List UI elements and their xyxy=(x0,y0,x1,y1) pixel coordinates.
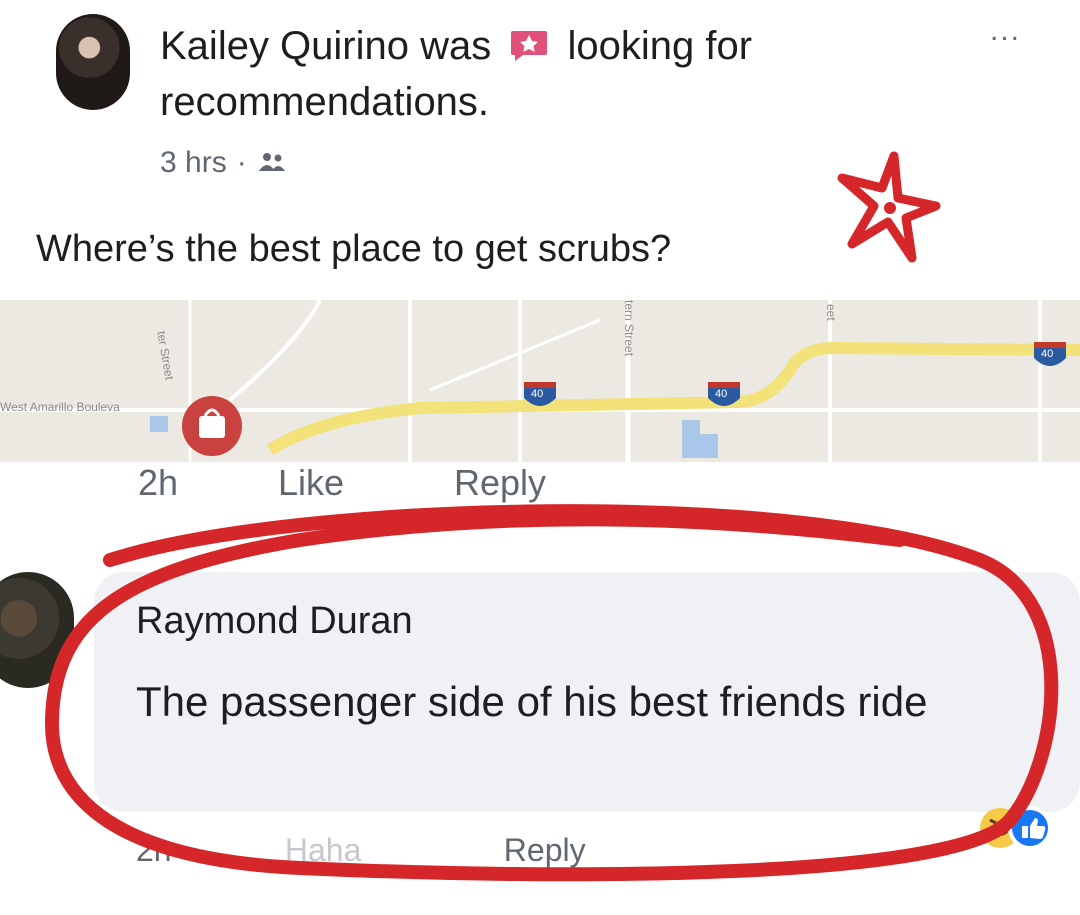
post-meta: 3 hrs · xyxy=(160,146,287,180)
recommendation-icon xyxy=(511,31,548,61)
highway-number: 40 xyxy=(715,388,728,400)
post-author-avatar[interactable] xyxy=(56,14,130,110)
post-body-text: Where’s the best place to get scrubs? xyxy=(36,228,672,270)
highway-number: 40 xyxy=(1041,348,1054,360)
commenter-avatar[interactable] xyxy=(0,572,74,688)
map-street-label: tern Street xyxy=(622,300,636,357)
more-options-icon[interactable]: ... xyxy=(990,14,1021,48)
like-icon xyxy=(1008,806,1052,850)
post-timestamp[interactable]: 3 hrs xyxy=(160,146,227,180)
comment-haha-button[interactable]: Haha xyxy=(285,832,495,869)
map-street-label: West Amarillo Bouleva xyxy=(0,400,120,414)
map-street-label: eet xyxy=(824,304,838,321)
post-header: Kailey Quirino was looking for recommend… xyxy=(160,18,960,130)
post-action-time[interactable]: 2h xyxy=(138,462,278,504)
comment-reply-button[interactable]: Reply xyxy=(504,832,586,868)
red-star-annotation xyxy=(837,151,941,263)
meta-separator: · xyxy=(236,146,247,179)
comment-actions: 2h Haha Reply xyxy=(136,832,586,869)
friends-icon xyxy=(258,153,285,171)
post-author-name[interactable]: Kailey Quirino xyxy=(160,24,409,68)
location-map[interactable]: West Amarillo Bouleva ter Street tern St… xyxy=(0,300,1080,462)
comment-time[interactable]: 2h xyxy=(136,832,276,869)
like-button[interactable]: Like xyxy=(278,462,454,504)
post-action-prefix: was xyxy=(420,24,492,68)
comment-text: The passenger side of his best friends r… xyxy=(136,678,928,725)
highway-number: 40 xyxy=(531,388,544,400)
comment-author-name[interactable]: Raymond Duran xyxy=(136,600,413,643)
reaction-summary[interactable] xyxy=(978,800,1078,856)
post-actions: 2h Like Reply xyxy=(138,462,546,504)
reply-button[interactable]: Reply xyxy=(454,462,546,504)
